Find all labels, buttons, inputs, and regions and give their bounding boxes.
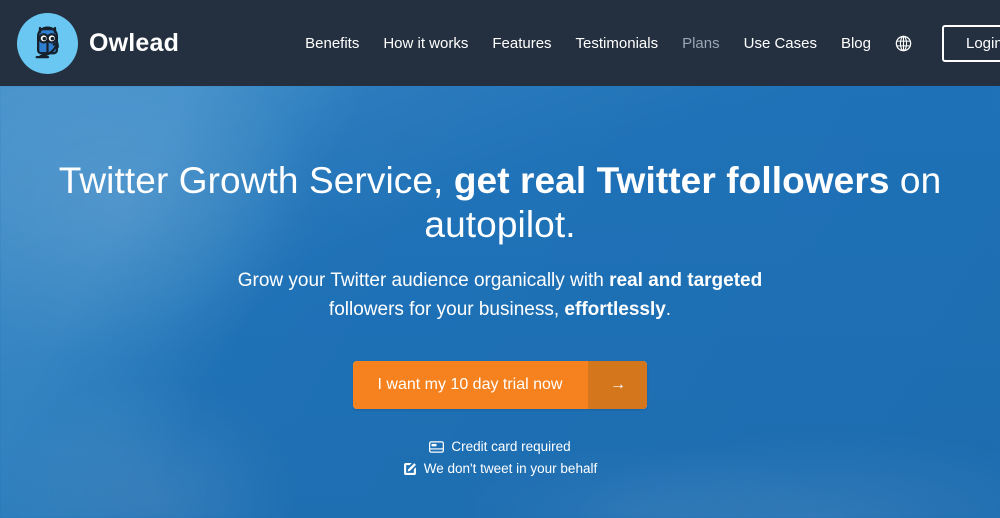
note-credit-card: Credit card required [429,439,571,454]
credit-card-icon [429,440,445,453]
hero-subtitle-bold-1: real and targeted [609,270,763,291]
hero-subtitle: Grow your Twitter audience organically w… [230,266,770,324]
nav-item-benefits[interactable]: Benefits [293,29,371,58]
login-button[interactable]: Login [942,24,1000,62]
note-credit-card-text: Credit card required [451,439,571,454]
hero-title: Twitter Growth Service, get real Twitter… [0,159,1000,247]
nav-item-testimonials[interactable]: Testimonials [564,29,671,58]
hero-content: Twitter Growth Service, get real Twitter… [0,86,1000,476]
hero-subtitle-bold-2: effortlessly [564,299,666,320]
owl-logo-icon [17,12,78,74]
trial-cta-label: I want my 10 day trial now [352,361,589,409]
hero-subtitle-part-2: followers for your business, [328,299,565,320]
nav-item-how-it-works[interactable]: How it works [371,29,480,58]
hero-section: Twitter Growth Service, get real Twitter… [0,86,1000,518]
nav-item-use-cases[interactable]: Use Cases [732,29,829,58]
trial-cta-button[interactable]: I want my 10 day trial now → [352,361,648,409]
globe-icon[interactable] [883,29,924,58]
hero-title-part-1: Twitter Growth Service, [58,160,454,201]
note-no-tweet-text: We don't tweet in your behalf [423,460,598,476]
arrow-right-icon: → [588,361,648,409]
cta-container: I want my 10 day trial now → [0,361,1000,409]
brand-name: Owlead [89,28,180,57]
nav-item-blog[interactable]: Blog [829,29,883,58]
hero-subtitle-part-3: . [665,299,672,320]
brand-logo[interactable]: Owlead [17,12,180,74]
nav-item-features[interactable]: Features [480,29,563,58]
pencil-edit-icon [403,462,417,476]
note-no-tweet: We don't tweet in your behalf [403,462,597,476]
nav-item-plans[interactable]: Plans [670,29,732,58]
hero-title-bold-1: get real Twitter followers [453,160,890,201]
site-header: Owlead Benefits How it works Features Te… [0,0,1000,86]
hero-subtitle-part-1: Grow your Twitter audience organically w… [237,270,610,291]
hero-notes: Credit card required We don't tweet in y… [0,440,1000,476]
main-navigation: Benefits How it works Features Testimoni… [293,24,1000,62]
